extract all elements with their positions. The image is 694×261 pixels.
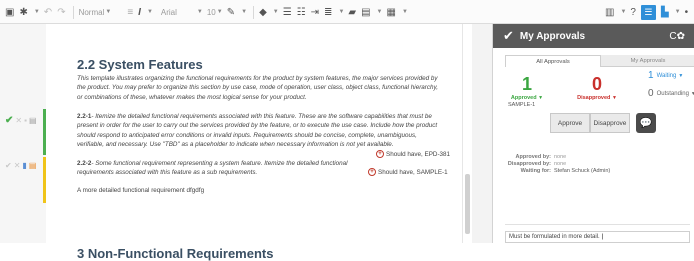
more-icon[interactable]: • bbox=[685, 7, 689, 18]
indent-icon[interactable]: ⇥ bbox=[311, 7, 319, 18]
font-size-select[interactable]: 10 ▼ bbox=[207, 8, 227, 17]
chevron-down-icon[interactable]: ▼ bbox=[147, 9, 153, 15]
requirement-number: 2.2-1 bbox=[77, 113, 92, 120]
style-select[interactable]: Normal ▼ bbox=[79, 8, 116, 17]
layout-icon[interactable]: ▥ bbox=[605, 7, 614, 18]
comment-icon[interactable]: ▰ bbox=[348, 7, 356, 18]
table-icon[interactable]: ▦ bbox=[387, 7, 396, 18]
redo-icon[interactable]: ↷ bbox=[57, 7, 65, 18]
align-icon[interactable]: ≣ bbox=[324, 7, 332, 18]
document-scrollbar[interactable] bbox=[462, 24, 472, 243]
refresh-icon[interactable]: C✿ bbox=[669, 31, 685, 42]
comment-icon[interactable]: ▪ bbox=[24, 116, 27, 125]
divider bbox=[72, 5, 74, 19]
waiting-label: Waiting bbox=[656, 72, 677, 79]
section-intro: This template illustrates organizing the… bbox=[77, 75, 438, 101]
disapproved-label: Disapproved ▼ bbox=[577, 95, 617, 101]
tab-all-approvals[interactable]: All Approvals bbox=[505, 55, 601, 67]
waiting-count: 1 bbox=[648, 70, 654, 81]
req1-controls: ✔ ✕ ▪ ▤ bbox=[5, 115, 37, 126]
requirement-number: 2.2-2 bbox=[77, 160, 92, 167]
chevron-down-icon[interactable]: ▼ bbox=[273, 9, 279, 15]
list-icon[interactable]: ≡ bbox=[127, 7, 133, 18]
comment-bubble-icon: 💬 bbox=[639, 117, 653, 129]
clear-format-icon[interactable]: I bbox=[138, 7, 141, 18]
chevron-down-icon[interactable]: ▼ bbox=[402, 9, 408, 15]
approvals-panel: ✔ My Approvals C✿ All Approvals My Appro… bbox=[492, 24, 694, 243]
disapproved-by-row: Disapproved by: none bbox=[507, 161, 567, 167]
save-icon[interactable]: ▣ bbox=[5, 7, 14, 18]
requirements-gutter: ✔ ✕ ▪ ▤ ✔ ✕ ▮ ▤ bbox=[0, 24, 46, 243]
check-icon: ✔ bbox=[503, 28, 514, 43]
approvals-panel-toggle-icon[interactable]: ☰ bbox=[640, 4, 656, 20]
font-select[interactable]: Arial ▼ bbox=[161, 8, 207, 17]
stack-icon[interactable]: ▤ bbox=[29, 161, 37, 170]
item-id: SAMPLE-1 bbox=[508, 102, 536, 108]
requirement-badge[interactable]: + Should have, EPD-381 bbox=[376, 150, 450, 158]
chevron-down-icon[interactable]: ▼ bbox=[34, 9, 40, 15]
chevron-down-icon[interactable]: ▼ bbox=[241, 9, 247, 15]
disapprove-button[interactable]: Disapprove bbox=[590, 113, 630, 133]
req2-controls: ✔ ✕ ▮ ▤ bbox=[5, 161, 36, 170]
divider bbox=[253, 5, 255, 19]
disapproved-count: 0 bbox=[591, 74, 602, 94]
panel-icon[interactable]: ▙ bbox=[661, 7, 669, 18]
approved-by-row: Approved by: none bbox=[515, 154, 567, 160]
text-color-icon[interactable]: ✎ bbox=[227, 7, 235, 18]
priority-icon: + bbox=[376, 150, 384, 158]
panel-gap bbox=[472, 24, 492, 243]
outstanding-count: 0 bbox=[648, 88, 654, 99]
editor-toolbar: ▣ ✱ ▼ ↶ ↷ Normal ▼ ≡ I ▼ Arial ▼ 10 ▼ ✎ ▼ ◆ ▼ ☰… bbox=[0, 0, 694, 24]
waiting-count-block[interactable]: 1 Waiting ▼ bbox=[648, 70, 683, 81]
priority-icon: + bbox=[368, 168, 376, 176]
outstanding-count-block[interactable]: 0 Outstanding ▼ bbox=[648, 88, 694, 99]
approve-icon[interactable]: ✔ bbox=[5, 161, 12, 170]
help-icon[interactable]: ? bbox=[630, 7, 636, 18]
requirement-text: - Some functional requirement representi… bbox=[77, 160, 348, 177]
section-heading: 3 Non-Functional Requirements bbox=[77, 246, 274, 261]
approved-count-block[interactable]: 1 Approved ▼ bbox=[507, 74, 547, 101]
add-comment-button[interactable]: 💬 bbox=[636, 113, 656, 133]
document-page[interactable]: 2.2 System Features This template illust… bbox=[46, 24, 453, 261]
sub-requirement: A more detailed functional requirement d… bbox=[77, 187, 205, 194]
requirement-2-2-2: 2.2-2- Some functional requirement repre… bbox=[77, 159, 377, 178]
disapproved-count-block[interactable]: 0 Disapproved ▼ bbox=[567, 74, 627, 101]
waiting-for-row: Waiting for: Stefan Schuck (Admin) bbox=[520, 168, 611, 174]
chevron-down-icon[interactable]: ▼ bbox=[620, 9, 626, 15]
approved-check-icon: ✔ bbox=[5, 115, 14, 126]
settings-icon[interactable]: ✱ bbox=[19, 7, 27, 18]
panel-header: ✔ My Approvals C✿ bbox=[493, 24, 694, 48]
requirement-2-2-1: 2.2-1- Itemize the detailed functional r… bbox=[77, 112, 443, 150]
insert-icon[interactable]: ◆ bbox=[259, 7, 267, 18]
stack-icon[interactable]: ▤ bbox=[29, 116, 37, 125]
chevron-down-icon[interactable]: ▼ bbox=[377, 9, 383, 15]
scrollbar-thumb[interactable] bbox=[465, 174, 470, 234]
section-heading: 2.2 System Features bbox=[77, 57, 203, 72]
disapprove-icon[interactable]: ✕ bbox=[14, 161, 21, 170]
chevron-down-icon[interactable]: ▼ bbox=[675, 9, 681, 15]
chevron-down-icon[interactable]: ▼ bbox=[338, 9, 344, 15]
outstanding-label: Outstanding bbox=[656, 90, 689, 97]
approve-button[interactable]: Approve bbox=[550, 113, 590, 133]
approved-count: 1 bbox=[521, 74, 532, 94]
undo-icon[interactable]: ↶ bbox=[44, 7, 52, 18]
comment-icon[interactable]: ▮ bbox=[22, 161, 26, 170]
requirement-text: - Itemize the detailed functional requir… bbox=[77, 113, 438, 149]
panel-title: My Approvals bbox=[519, 30, 586, 42]
divider bbox=[505, 224, 690, 225]
approved-label: Approved ▼ bbox=[510, 95, 544, 101]
image-icon[interactable]: ▤ bbox=[361, 7, 370, 18]
disapprove-icon[interactable]: ✕ bbox=[15, 116, 22, 125]
requirement-badge[interactable]: + Should have, SAMPLE-1 bbox=[368, 168, 448, 176]
bullet-list-icon[interactable]: ☰ bbox=[283, 7, 292, 18]
tab-my-approvals[interactable]: My Approvals bbox=[601, 55, 694, 67]
approvals-tabs: All Approvals My Approvals bbox=[505, 55, 694, 67]
comment-input[interactable]: Must be formulated in more detail. | bbox=[505, 231, 690, 243]
numbered-list-icon[interactable]: ☷ bbox=[297, 7, 306, 18]
